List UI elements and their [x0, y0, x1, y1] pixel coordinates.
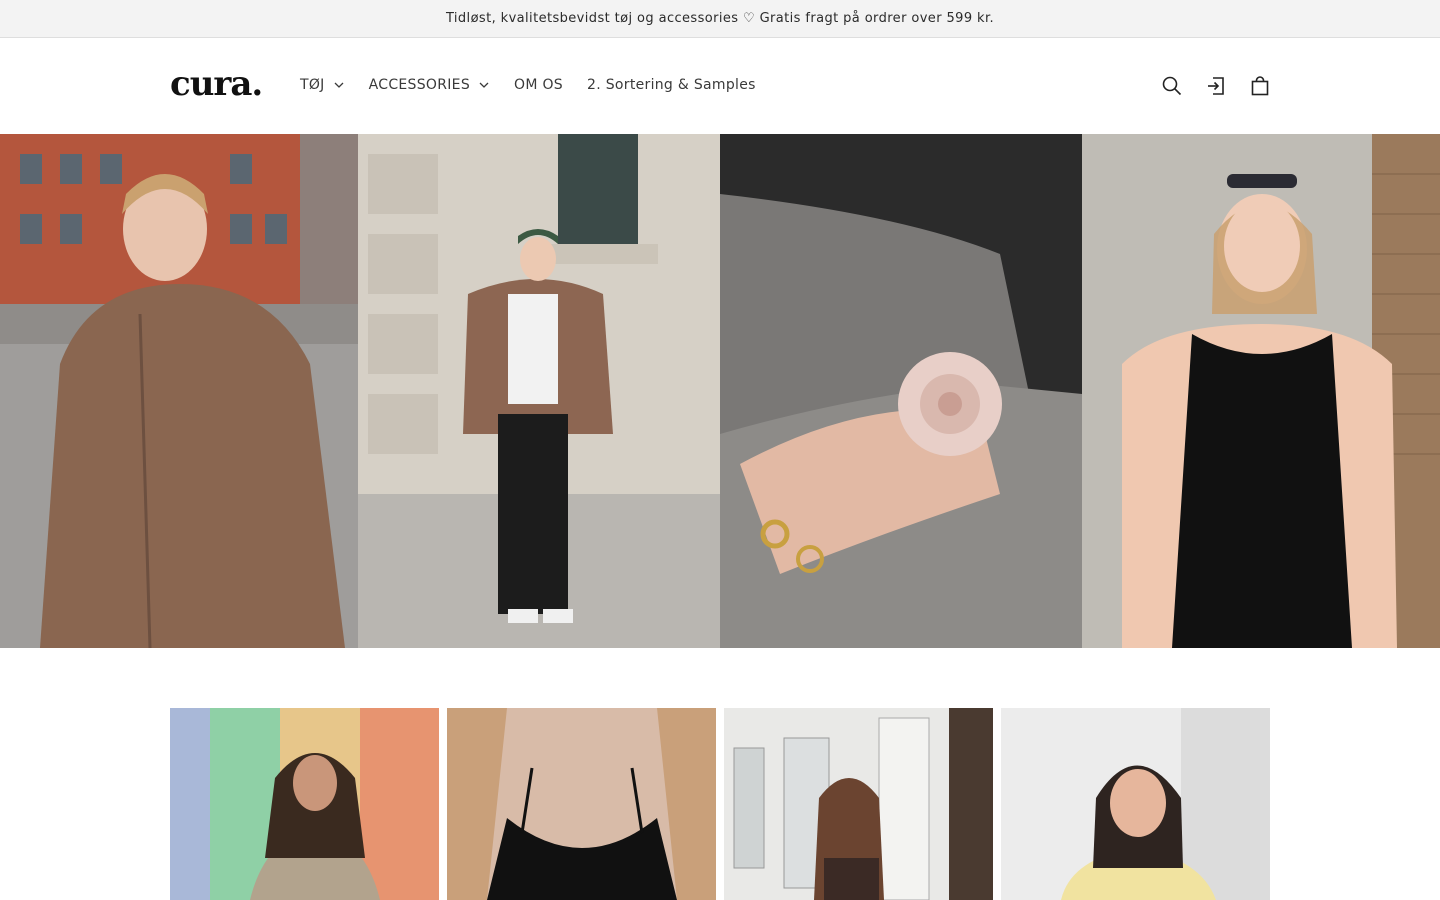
product-card-yellow-sweater[interactable]	[1001, 708, 1270, 900]
chevron-down-icon	[333, 79, 345, 91]
nav-item-label: 2. Sortering & Samples	[587, 77, 756, 93]
cart-icon	[1251, 76, 1269, 96]
announcement-bar: Tidløst, kvalitetsbevidst tøj og accesso…	[0, 0, 1440, 38]
nav-item-accessories[interactable]: ACCESSORIES	[369, 74, 490, 96]
account-button[interactable]	[1202, 72, 1230, 100]
site-header: cura. TØJ ACCESSORIES OM OS 2. Sortering…	[0, 38, 1440, 134]
logo[interactable]: cura.	[170, 64, 263, 104]
nav-item-label: ACCESSORIES	[368, 77, 471, 93]
product-card-linen-blouse[interactable]	[170, 708, 439, 900]
search-button[interactable]	[1158, 72, 1186, 100]
hero-image-silk-scrunchie-rings[interactable]	[720, 134, 1082, 648]
nav-item-toj[interactable]: TØJ	[300, 74, 345, 96]
hero-gallery	[0, 134, 1440, 648]
header-icons	[1158, 72, 1274, 100]
account-icon	[1208, 77, 1224, 95]
main-nav: TØJ ACCESSORIES OM OS 2. Sortering & Sam…	[300, 74, 780, 96]
chevron-down-icon	[478, 79, 490, 91]
hero-image-black-tank-top[interactable]	[1082, 134, 1440, 648]
product-card-black-camisole[interactable]	[447, 708, 716, 900]
nav-item-om-os[interactable]: OM OS	[514, 74, 563, 96]
hero-image-fleece-jacket-street[interactable]	[0, 134, 358, 648]
product-grid	[170, 708, 1270, 900]
announcement-text: Tidløst, kvalitetsbevidst tøj og accesso…	[445, 11, 995, 26]
product-card-brown-top-back[interactable]	[724, 708, 993, 900]
cart-button[interactable]	[1246, 72, 1274, 100]
nav-item-sortering-samples[interactable]: 2. Sortering & Samples	[587, 74, 756, 96]
nav-item-label: OM OS	[514, 77, 563, 93]
search-icon	[1162, 76, 1182, 96]
nav-item-label: TØJ	[300, 77, 325, 93]
hero-image-fleece-jacket-full-body[interactable]	[358, 134, 720, 648]
